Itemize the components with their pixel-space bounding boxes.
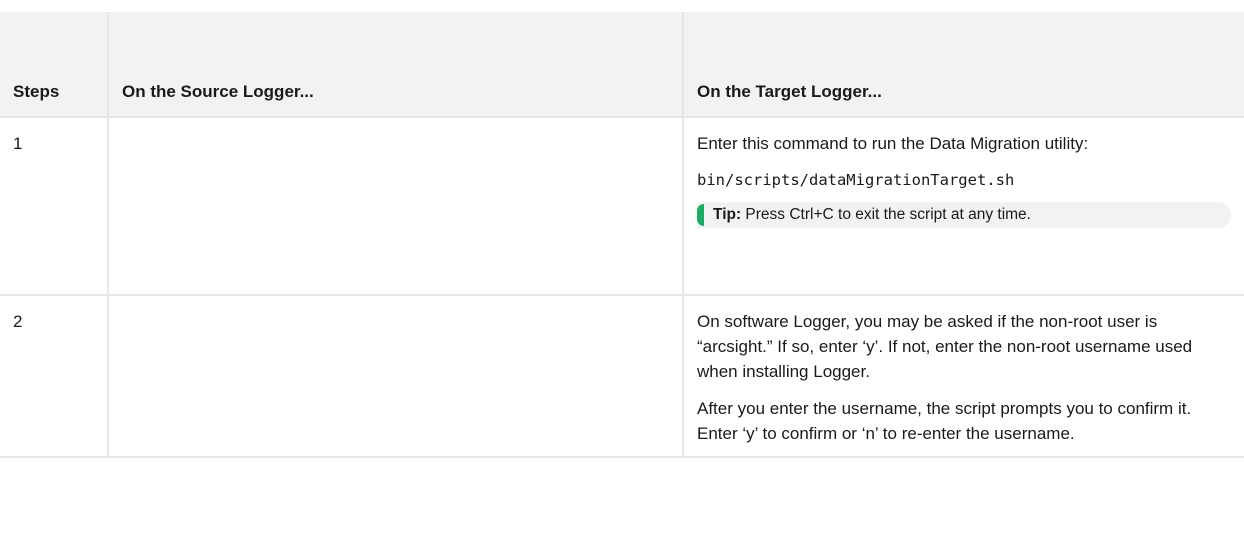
instruction-paragraph: After you enter the username, the script… — [697, 399, 1192, 443]
target-logger-cell: Enter this command to run the Data Migra… — [682, 117, 1244, 296]
tip-label: Tip: — [713, 206, 742, 223]
header-row: Steps On the Source Logger... On the Tar… — [0, 12, 1244, 118]
header-steps: Steps — [0, 12, 109, 118]
step-number: 2 — [0, 295, 109, 458]
target-logger-cell: On software Logger, you may be asked if … — [682, 295, 1244, 458]
table-row: 1 Enter this command to run the Data Mig… — [0, 117, 1244, 296]
tip-callout: Tip: Press Ctrl+C to exit the script at … — [697, 202, 1231, 228]
table-header: Steps On the Source Logger... On the Tar… — [0, 12, 1244, 118]
instruction-paragraph: On software Logger, you may be asked if … — [697, 312, 1193, 381]
step-number: 1 — [0, 117, 109, 296]
table-row: 2 On software Logger, you may be asked i… — [0, 295, 1244, 458]
source-logger-cell — [107, 295, 684, 458]
header-source-logger: On the Source Logger... — [107, 12, 684, 118]
command-code: bin/scripts/dataMigrationTarget.sh — [697, 171, 1015, 189]
steps-table: Steps On the Source Logger... On the Tar… — [0, 12, 1244, 458]
tip-text: Press Ctrl+C to exit the script at any t… — [741, 206, 1031, 223]
tip-accent-bar — [697, 204, 704, 226]
instruction-text: Enter this command to run the Data Migra… — [697, 134, 1089, 153]
source-logger-cell — [107, 117, 684, 296]
table-body: 1 Enter this command to run the Data Mig… — [0, 117, 1244, 458]
header-target-logger: On the Target Logger... — [682, 12, 1244, 118]
